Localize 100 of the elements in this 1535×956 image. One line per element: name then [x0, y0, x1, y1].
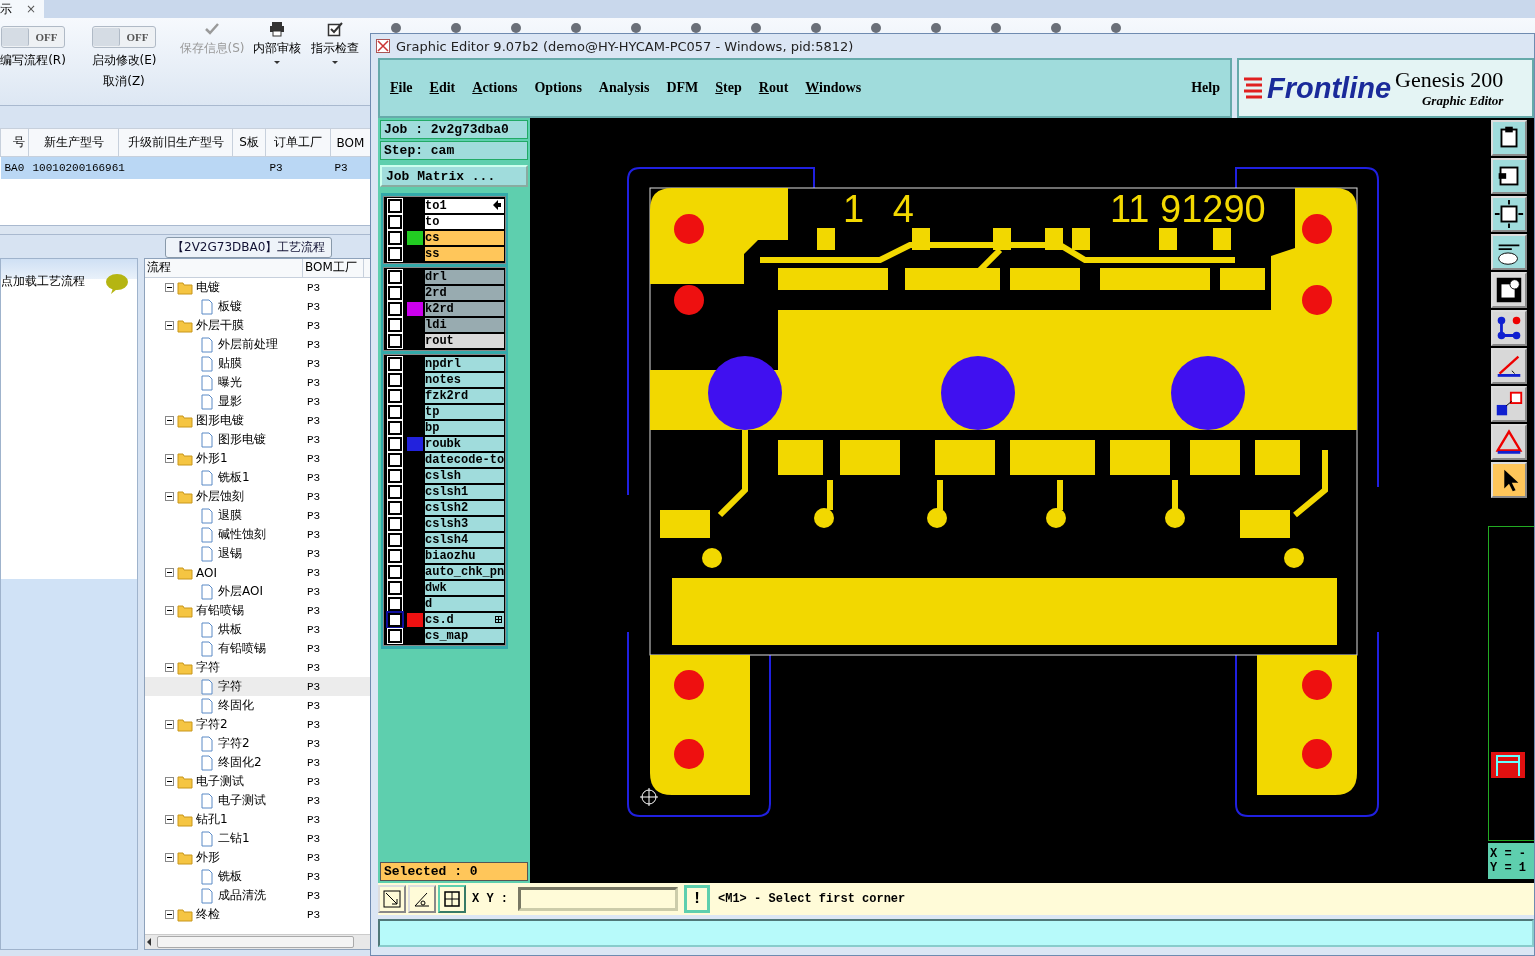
tool-button[interactable]	[1491, 196, 1527, 232]
menu-item[interactable]: Help	[1191, 80, 1220, 96]
layer-name[interactable]: d	[425, 596, 504, 612]
tree-row[interactable]: AOI P3	[145, 563, 371, 582]
layer-name[interactable]: datecode-to	[425, 452, 504, 468]
toggle-switch[interactable]: OFF	[1, 26, 65, 48]
layer-row[interactable]: cs	[385, 230, 504, 246]
layer-row[interactable]: dwk	[385, 580, 504, 596]
column-header[interactable]: 号	[0, 128, 29, 157]
layer-row[interactable]: cs.d	[385, 612, 504, 628]
tab[interactable]: 示 ×	[0, 0, 45, 18]
layer-name[interactable]: auto_chk_pn	[425, 564, 504, 580]
alert-button[interactable]: !	[684, 885, 710, 913]
tree-row[interactable]: 外层前处理 P3	[145, 335, 371, 354]
layer-row[interactable]: cslsh3	[385, 516, 504, 532]
menu-item[interactable]: File	[390, 80, 413, 96]
layer-checkbox[interactable]	[388, 629, 402, 643]
zoom-box-button[interactable]	[378, 885, 406, 913]
layer-row[interactable]: to	[385, 214, 504, 230]
layer-name[interactable]: cs.d	[425, 612, 504, 628]
layer-row[interactable]: datecode-to	[385, 452, 504, 468]
layer-checkbox[interactable]	[388, 485, 402, 499]
tree-row[interactable]: 退锡 P3	[145, 544, 371, 563]
layer-row[interactable]: 2rd	[385, 285, 504, 301]
layer-row[interactable]: fzk2rd	[385, 388, 504, 404]
tree-row[interactable]: 电镀 P3	[145, 278, 371, 297]
tree-row[interactable]: 外层AOI P3	[145, 582, 371, 601]
layer-checkbox[interactable]	[388, 302, 402, 316]
layer-row[interactable]: npdrl	[385, 356, 504, 372]
layer-checkbox[interactable]	[388, 270, 402, 284]
tree-row[interactable]: 烘板 P3	[145, 620, 371, 639]
layer-row[interactable]: rout	[385, 333, 504, 349]
tree-row[interactable]: 铣板1 P3	[145, 468, 371, 487]
layer-checkbox[interactable]	[388, 501, 402, 515]
angle-button[interactable]	[408, 885, 436, 913]
tool-button[interactable]	[1491, 462, 1527, 498]
layer-name[interactable]: cslsh1	[425, 484, 504, 500]
layer-row[interactable]: d	[385, 596, 504, 612]
layer-row[interactable]: roubk	[385, 436, 504, 452]
layer-checkbox[interactable]	[388, 565, 402, 579]
layer-checkbox[interactable]	[388, 199, 402, 213]
tree-row[interactable]: 退膜 P3	[145, 506, 371, 525]
layer-checkbox[interactable]	[388, 469, 402, 483]
layer-checkbox[interactable]	[388, 318, 402, 332]
layer-name[interactable]: cs	[425, 230, 504, 246]
tool-button[interactable]	[1491, 120, 1527, 156]
job-matrix-button[interactable]: Job Matrix ...	[380, 165, 528, 187]
layer-row[interactable]: cslsh2	[385, 500, 504, 516]
menu-item[interactable]: Analysis	[598, 80, 650, 96]
tree-row[interactable]: 外层干膜 P3	[145, 316, 371, 335]
tree-row[interactable]: 图形电镀 P3	[145, 411, 371, 430]
tree-row[interactable]: 终检 P3	[145, 905, 371, 924]
layer-name[interactable]: cslsh	[425, 468, 504, 484]
tree-row[interactable]: 曝光 P3	[145, 373, 371, 392]
tree-row[interactable]: 外层蚀刻 P3	[145, 487, 371, 506]
layer-row[interactable]: ss	[385, 246, 504, 262]
column-header[interactable]: 流程	[145, 259, 303, 277]
tree-row[interactable]: 终固化2 P3	[145, 753, 371, 772]
tool-button[interactable]	[1491, 386, 1527, 422]
layer-row[interactable]: cs_map	[385, 628, 504, 644]
column-header[interactable]: S板	[232, 128, 266, 157]
ribbon-button[interactable]: 指示检查	[306, 18, 364, 65]
input-field[interactable]	[518, 887, 678, 911]
layer-checkbox[interactable]	[388, 517, 402, 531]
tool-button[interactable]	[1491, 424, 1527, 460]
column-header[interactable]: 升级前旧生产型号	[118, 128, 233, 157]
layer-name[interactable]: dwk	[425, 580, 504, 596]
layer-row[interactable]: to1	[385, 198, 504, 214]
layer-checkbox[interactable]	[388, 389, 402, 403]
layer-name[interactable]: biaozhu	[425, 548, 504, 564]
layer-name[interactable]: cs_map	[425, 628, 504, 644]
layer-row[interactable]: bp	[385, 420, 504, 436]
tree-row[interactable]: 字符2 P3	[145, 715, 371, 734]
layer-name[interactable]: tp	[425, 404, 504, 420]
layer-name[interactable]: cslsh2	[425, 500, 504, 516]
scrollbar-thumb[interactable]	[157, 936, 354, 948]
side-panel-hint[interactable]: 点加载工艺流程	[1, 273, 85, 290]
tool-button[interactable]	[1491, 234, 1527, 270]
layer-checkbox[interactable]	[388, 437, 402, 451]
layer-checkbox[interactable]	[388, 549, 402, 563]
layer-name[interactable]: ldi	[425, 317, 504, 333]
tool-button[interactable]	[1491, 158, 1527, 194]
layer-name[interactable]: rout	[425, 333, 504, 349]
layer-checkbox[interactable]	[388, 581, 402, 595]
tree-row[interactable]: 有铅喷锡 P3	[145, 639, 371, 658]
layer-name[interactable]: bp	[425, 420, 504, 436]
column-header[interactable]: BOM工厂	[303, 259, 364, 277]
tool-button[interactable]	[1491, 348, 1527, 384]
menu-item[interactable]: Actions	[472, 80, 518, 96]
layer-name[interactable]: npdrl	[425, 356, 504, 372]
layer-name[interactable]: to	[425, 214, 504, 230]
tree-row[interactable]: 碱性蚀刻 P3	[145, 525, 371, 544]
layer-name[interactable]: drl	[425, 269, 504, 285]
layer-checkbox[interactable]	[388, 533, 402, 547]
menu-item[interactable]: Options	[534, 80, 582, 96]
layer-name[interactable]: cslsh4	[425, 532, 504, 548]
menu-item[interactable]: Edit	[429, 80, 456, 96]
layer-checkbox[interactable]	[388, 215, 402, 229]
tree-row[interactable]: 外形 P3	[145, 848, 371, 867]
layer-checkbox[interactable]	[388, 357, 402, 371]
